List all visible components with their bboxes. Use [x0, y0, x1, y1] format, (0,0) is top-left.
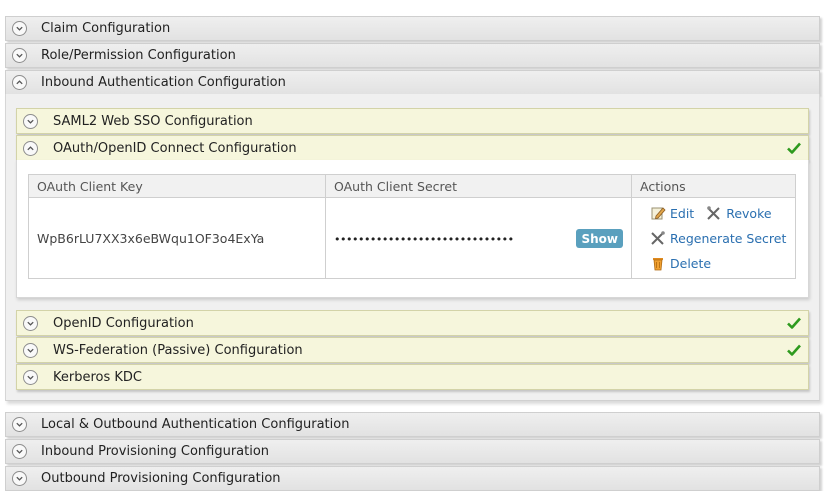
subsection-saml2-web-sso[interactable]: SAML2 Web SSO Configuration	[16, 108, 809, 134]
subsection-oauth-openid-connect[interactable]: OAuth/OpenID Connect Configuration	[16, 135, 809, 161]
column-header-actions: Actions	[631, 174, 796, 198]
column-header-client-secret: OAuth Client Secret	[325, 174, 632, 198]
section-label: Local & Outbound Authentication Configur…	[41, 417, 350, 432]
regenerate-secret-link[interactable]: Regenerate Secret	[650, 230, 786, 246]
chevron-down-icon[interactable]	[12, 444, 27, 459]
regenerate-secret-label: Regenerate Secret	[670, 230, 787, 246]
edit-link[interactable]: Edit	[650, 205, 694, 221]
section-local-outbound-authentication[interactable]: Local & Outbound Authentication Configur…	[5, 412, 820, 437]
oauth-client-table: OAuth Client Key OAuth Client Secret Act…	[28, 174, 796, 279]
subsection-label: OpenID Configuration	[53, 315, 194, 331]
revoke-link[interactable]: Revoke	[706, 205, 772, 221]
subsection-label: Kerberos KDC	[53, 369, 143, 385]
chevron-down-icon[interactable]	[23, 342, 38, 358]
trash-icon	[653, 258, 663, 271]
chevron-down-icon[interactable]	[12, 417, 27, 432]
section-inbound-authentication-configuration[interactable]: Inbound Authentication Configuration	[5, 70, 820, 95]
show-secret-button[interactable]: Show	[576, 229, 623, 248]
column-header-client-key: OAuth Client Key	[28, 174, 326, 198]
section-label: Inbound Provisioning Configuration	[41, 444, 270, 459]
checkmark-icon	[786, 342, 802, 358]
client-key-value: WpB6rLU7XX3x6eBWqu1OF3o4ExYa	[28, 197, 326, 279]
revoke-label: Revoke	[726, 205, 772, 221]
chevron-down-icon[interactable]	[12, 471, 27, 486]
delete-link[interactable]: Delete	[650, 255, 711, 271]
chevron-up-icon[interactable]	[23, 140, 38, 156]
checkmark-icon	[786, 140, 802, 156]
regenerate-icon	[651, 231, 665, 245]
chevron-down-icon[interactable]	[23, 113, 38, 129]
section-outbound-provisioning[interactable]: Outbound Provisioning Configuration	[5, 466, 820, 491]
edit-icon	[651, 207, 666, 220]
client-secret-masked: ••••••••••••••••••••••••••••••	[334, 232, 514, 246]
section-claim-configuration[interactable]: Claim Configuration	[5, 16, 820, 41]
subsection-label: SAML2 Web SSO Configuration	[53, 113, 253, 129]
revoke-icon	[707, 206, 720, 220]
section-label: Role/Permission Configuration	[41, 48, 236, 63]
chevron-down-icon[interactable]	[23, 315, 38, 331]
delete-label: Delete	[670, 255, 712, 271]
subsection-label: OAuth/OpenID Connect Configuration	[53, 140, 297, 156]
section-inbound-provisioning[interactable]: Inbound Provisioning Configuration	[5, 439, 820, 464]
section-label: Claim Configuration	[41, 21, 171, 36]
chevron-up-icon[interactable]	[12, 75, 27, 90]
section-label: Inbound Authentication Configuration	[41, 75, 286, 90]
checkmark-icon	[786, 315, 802, 331]
section-role-permission-configuration[interactable]: Role/Permission Configuration	[5, 43, 820, 68]
chevron-down-icon[interactable]	[23, 369, 38, 385]
edit-label: Edit	[670, 205, 695, 221]
subsection-openid[interactable]: OpenID Configuration	[16, 310, 809, 336]
subsection-label: WS-Federation (Passive) Configuration	[53, 342, 303, 358]
table-row: WpB6rLU7XX3x6eBWqu1OF3o4ExYa •••••••••••…	[28, 197, 796, 279]
actions-cell: Edit Revoke Regenerate Secret Delete	[631, 197, 796, 279]
chevron-down-icon[interactable]	[12, 48, 27, 63]
chevron-down-icon[interactable]	[12, 21, 27, 36]
section-label: Outbound Provisioning Configuration	[41, 471, 281, 486]
subsection-ws-federation[interactable]: WS-Federation (Passive) Configuration	[16, 337, 809, 363]
subsection-kerberos-kdc[interactable]: Kerberos KDC	[16, 364, 809, 390]
client-secret-cell: •••••••••••••••••••••••••••••• Show	[325, 197, 632, 279]
